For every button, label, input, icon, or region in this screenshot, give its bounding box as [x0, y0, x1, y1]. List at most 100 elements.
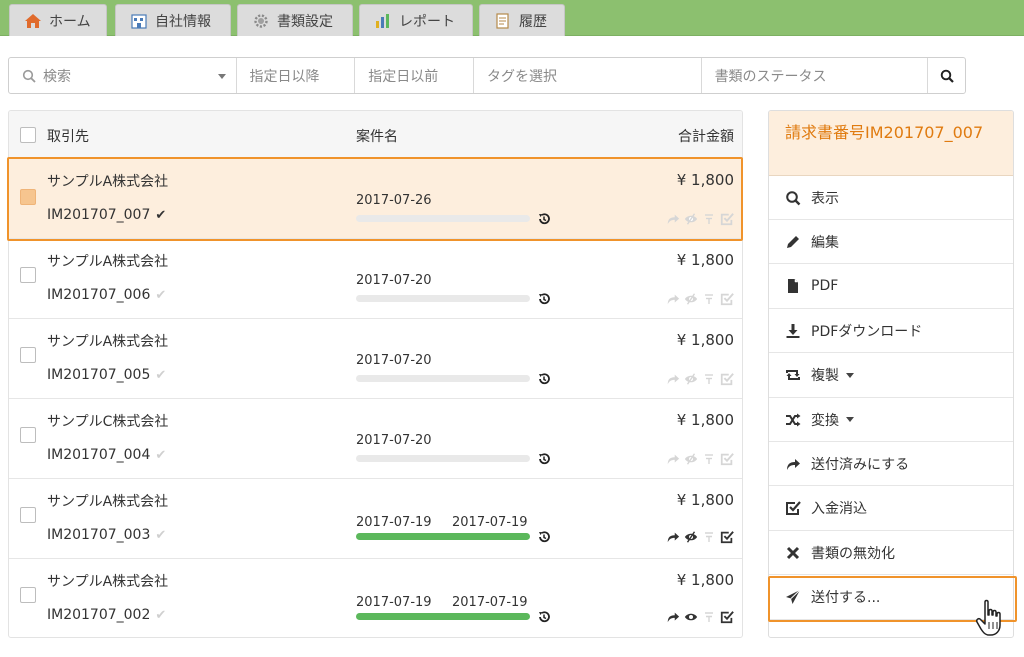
sent-status-icon[interactable]: [666, 212, 680, 226]
action-shuffle-item[interactable]: 変換: [769, 398, 1013, 442]
search-button[interactable]: [928, 58, 965, 93]
tag-select[interactable]: タグを選択: [474, 58, 702, 93]
sent-status-icon[interactable]: [666, 292, 680, 306]
table-row[interactable]: サンプルA株式会社 IM201707_007 ✔ 2017-07-26 ¥ 1,800: [9, 159, 742, 239]
status-select[interactable]: 書類のステータス: [702, 58, 929, 93]
tab-label: レポート: [399, 13, 455, 30]
row-checkbox[interactable]: [20, 267, 36, 283]
action-retweet-item[interactable]: 複製: [769, 354, 1013, 398]
viewed-status-icon[interactable]: [684, 212, 698, 226]
viewed-status-icon[interactable]: [684, 372, 698, 386]
progress-fill: [356, 613, 530, 620]
document-number-link[interactable]: IM201707_007 ✔: [47, 207, 166, 223]
date-from-placeholder: 指定日以降: [249, 68, 320, 85]
row-checkbox[interactable]: [20, 587, 36, 603]
history-icon[interactable]: [537, 372, 551, 386]
tab-home[interactable]: ホーム: [9, 4, 107, 36]
hand-cursor-icon: [974, 598, 1008, 638]
tab-company-info[interactable]: 自社情報: [115, 4, 231, 36]
history-icon[interactable]: [537, 452, 551, 466]
filter-status-icon[interactable]: [702, 530, 716, 544]
issue-date: 2017-07-20: [356, 353, 432, 368]
action-check-square-item[interactable]: 入金消込: [769, 487, 1013, 531]
confirm-check-icon: ✔: [155, 288, 167, 303]
history-icon[interactable]: [537, 292, 551, 306]
caret-down-icon: [846, 372, 854, 378]
client-name: サンプルA株式会社: [47, 494, 169, 510]
viewed-status-icon[interactable]: [684, 610, 698, 624]
sent-status-icon[interactable]: [666, 372, 680, 386]
filter-status-icon[interactable]: [702, 212, 716, 226]
action-search-item[interactable]: 表示: [769, 176, 1013, 220]
total-amount: ¥ 1,800: [676, 331, 734, 349]
date-to-field[interactable]: 指定日以前: [355, 58, 475, 93]
paid-status-icon[interactable]: [720, 530, 734, 544]
paid-status-icon[interactable]: [720, 452, 734, 466]
client-name: サンプルC株式会社: [47, 414, 169, 430]
status-progress-bar: [356, 613, 530, 620]
issue-date: 2017-07-19: [356, 595, 432, 610]
table-row[interactable]: サンプルA株式会社 IM201707_002 ✔ 2017-07-19 2017-07-…: [9, 559, 742, 637]
row-checkbox[interactable]: [20, 507, 36, 523]
history-icon[interactable]: [537, 212, 551, 226]
document-number-link[interactable]: IM201707_004 ✔: [47, 447, 166, 463]
history-icon[interactable]: [537, 530, 551, 544]
filter-status-icon[interactable]: [702, 292, 716, 306]
paid-status-icon[interactable]: [720, 292, 734, 306]
tab-report[interactable]: レポート: [359, 4, 473, 36]
viewed-status-icon[interactable]: [684, 292, 698, 306]
select-all-checkbox[interactable]: [20, 127, 36, 143]
pencil-icon: [785, 234, 801, 250]
action-download-item[interactable]: PDFダウンロード: [769, 309, 1013, 354]
action-label: 表示: [811, 190, 839, 207]
paid-status-icon[interactable]: [720, 212, 734, 226]
document-number: IM201707_002: [47, 607, 151, 623]
confirm-check-icon: ✔: [155, 608, 167, 623]
table-row[interactable]: サンプルC株式会社 IM201707_004 ✔ 2017-07-20 ¥ 1,800: [9, 399, 742, 479]
sent-status-icon[interactable]: [666, 530, 680, 544]
keyword-search-dropdown[interactable]: 検索: [9, 58, 237, 93]
tab-label: 書類設定: [277, 13, 333, 30]
row-checkbox[interactable]: [20, 189, 36, 205]
viewed-status-icon[interactable]: [684, 452, 698, 466]
row-checkbox[interactable]: [20, 347, 36, 363]
sent-date: 2017-07-19: [452, 595, 528, 610]
sent-status-icon[interactable]: [666, 610, 680, 624]
history-icon[interactable]: [537, 610, 551, 624]
date-from-field[interactable]: 指定日以降: [237, 58, 356, 93]
filter-status-icon[interactable]: [702, 610, 716, 624]
issue-date: 2017-07-19: [356, 515, 432, 530]
table-row[interactable]: サンプルA株式会社 IM201707_003 ✔ 2017-07-19 2017-07-…: [9, 479, 742, 559]
building-icon: [130, 13, 148, 29]
row-checkbox[interactable]: [20, 427, 36, 443]
header-subject: 案件名: [356, 129, 398, 145]
paid-status-icon[interactable]: [720, 372, 734, 386]
action-x-item[interactable]: 書類の無効化: [769, 531, 1013, 576]
total-amount: ¥ 1,800: [676, 171, 734, 189]
table-row[interactable]: サンプルA株式会社 IM201707_005 ✔ 2017-07-20 ¥ 1,800: [9, 319, 742, 399]
document-number-link[interactable]: IM201707_006 ✔: [47, 287, 166, 303]
client-name: サンプルA株式会社: [47, 254, 169, 270]
paid-status-icon[interactable]: [720, 610, 734, 624]
action-file-item[interactable]: PDF: [769, 265, 1013, 309]
document-number-link[interactable]: IM201707_003 ✔: [47, 527, 166, 543]
action-share-arrow-item[interactable]: 送付済みにする: [769, 442, 1013, 487]
retweet-icon: [785, 367, 801, 383]
tab-document-settings[interactable]: 書類設定: [237, 4, 353, 36]
caret-down-icon: [846, 417, 854, 422]
document-number-link[interactable]: IM201707_005 ✔: [47, 367, 166, 383]
filter-status-icon[interactable]: [702, 452, 716, 466]
confirm-check-icon: ✔: [155, 448, 167, 463]
tab-history[interactable]: 履歴: [479, 4, 565, 36]
action-pencil-item[interactable]: 編集: [769, 220, 1013, 265]
chevron-down-icon: [217, 74, 226, 79]
document-number: IM201707_003: [47, 527, 151, 543]
filter-status-icon[interactable]: [702, 372, 716, 386]
gear-icon: [252, 13, 270, 29]
viewed-status-icon[interactable]: [684, 530, 698, 544]
table-row[interactable]: サンプルA株式会社 IM201707_006 ✔ 2017-07-20 ¥ 1,800: [9, 239, 742, 319]
status-select-placeholder: 書類のステータス: [714, 68, 827, 85]
document-number-link[interactable]: IM201707_002 ✔: [47, 607, 166, 623]
table-header: 取引先 案件名 合計金額: [9, 111, 742, 159]
sent-status-icon[interactable]: [666, 452, 680, 466]
